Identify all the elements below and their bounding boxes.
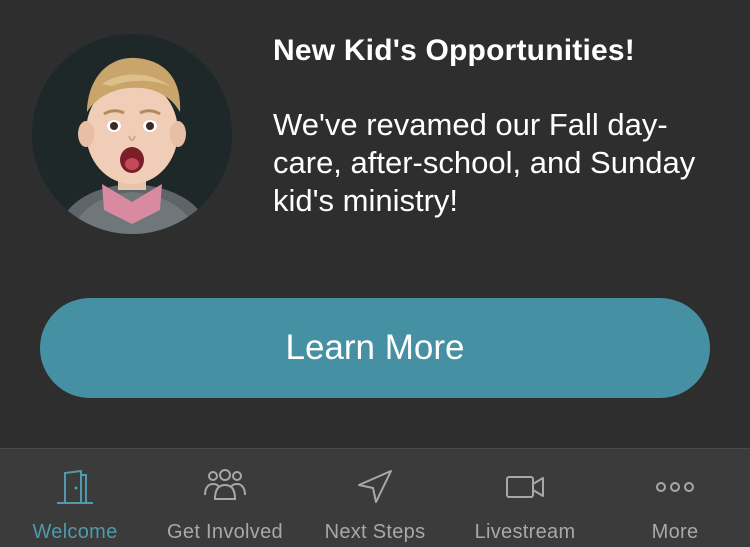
tab-livestream[interactable]: Livestream [450,449,600,547]
navigation-arrow-icon [353,467,397,507]
tab-welcome[interactable]: Welcome [0,449,150,547]
tab-next-steps[interactable]: Next Steps [300,449,450,547]
promo-card: New Kid's Opportunities! We've revamed o… [0,0,750,448]
tab-get-involved-label: Get Involved [167,521,283,543]
promo-title: New Kid's Opportunities! [273,34,635,67]
tab-next-steps-label: Next Steps [324,521,426,543]
group-icon [203,467,247,507]
video-camera-icon [503,467,547,507]
tab-more-label: More [651,521,699,543]
door-icon [53,467,97,507]
learn-more-button[interactable]: Learn More [40,298,710,398]
tab-more[interactable]: More [600,449,750,547]
tab-welcome-label: Welcome [32,521,118,543]
tab-get-involved[interactable]: Get Involved [150,449,300,547]
more-dots-icon [653,467,697,507]
child-photo [32,34,232,234]
bottom-tab-bar: Welcome Get Involved Next Steps Livestre… [0,448,750,547]
promo-description: We've revamed our Fall day-care, after-s… [273,107,696,218]
tab-livestream-label: Livestream [474,521,576,543]
